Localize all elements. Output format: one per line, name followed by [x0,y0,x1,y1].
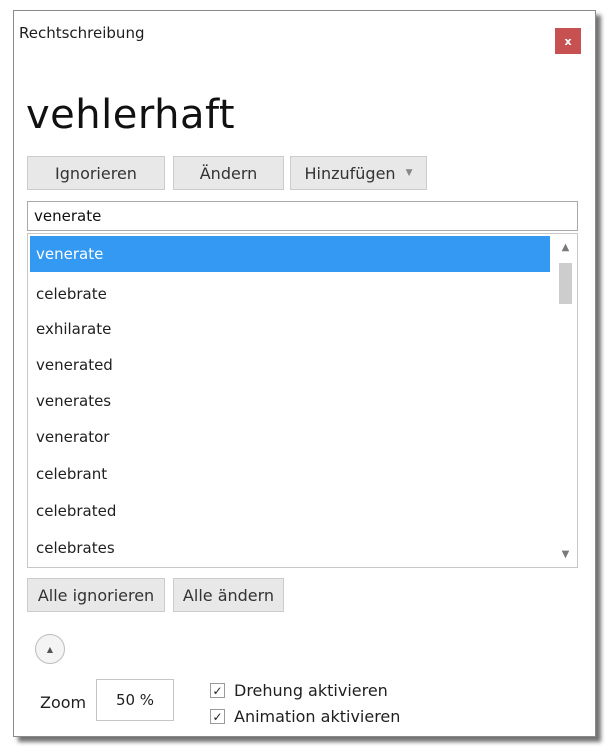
add-button-label: Hinzufügen [304,163,396,183]
check-icon: ✓ [212,683,223,698]
ignore-all-label: Alle ignorieren [37,585,155,605]
window-title: Rechtschreibung [19,24,145,42]
suggestion-item[interactable]: celebrant [30,456,550,492]
ignore-button-label: Ignorieren [55,163,137,183]
close-button[interactable]: x [555,28,581,54]
suggestion-item[interactable]: venerated [30,347,550,383]
collapse-button[interactable]: ▲ [35,634,65,664]
rotation-label: Drehung aktivieren [234,681,388,700]
add-dropdown-button[interactable]: Hinzufügen ▼ [290,156,427,190]
animation-option[interactable]: ✓ Animation aktivieren [210,707,400,726]
zoom-input[interactable]: 50 % [96,679,174,721]
suggestion-item[interactable]: venerator [30,419,550,455]
scroll-down-icon[interactable]: ▼ [554,543,577,565]
suggestion-item[interactable]: celebrates [30,530,550,566]
rotation-option[interactable]: ✓ Drehung aktivieren [210,681,388,700]
chevron-down-icon: ▼ [405,168,413,178]
ignore-all-button[interactable]: Alle ignorieren [27,578,165,612]
change-button[interactable]: Ändern [173,156,284,190]
animation-label: Animation aktivieren [234,707,401,726]
rotation-checkbox[interactable]: ✓ [210,683,225,698]
suggestion-item[interactable]: celebrated [30,493,550,529]
chevron-up-icon: ▲ [46,644,54,654]
zoom-label: Zoom [40,693,87,712]
change-all-button[interactable]: Alle ändern [173,578,284,612]
check-icon: ✓ [212,709,223,724]
animation-checkbox[interactable]: ✓ [210,709,225,724]
misspelled-word: vehlerhaft [26,92,236,138]
suggestion-item[interactable]: venerates [30,383,550,419]
replacement-input[interactable]: venerate [27,201,578,231]
scroll-up-icon[interactable]: ▲ [554,236,577,258]
scrollbar[interactable]: ▲ ▼ [554,234,577,567]
ignore-button[interactable]: Ignorieren [27,156,165,190]
change-all-label: Alle ändern [182,585,275,605]
suggestion-item[interactable]: celebrate [30,276,550,312]
suggestion-item[interactable]: venerate [30,236,550,272]
scroll-thumb[interactable] [559,263,572,304]
change-button-label: Ändern [199,163,258,183]
suggestion-item[interactable]: exhilarate [30,311,550,347]
suggestion-list[interactable]: venerate celebrate exhilarate venerated vene… [27,233,578,568]
